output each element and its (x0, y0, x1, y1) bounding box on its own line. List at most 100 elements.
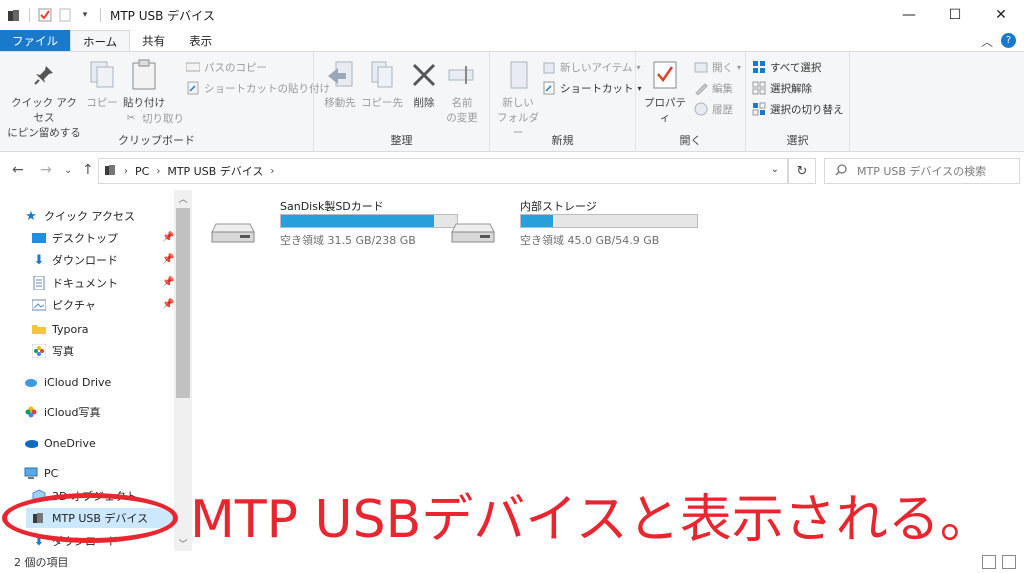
new-item-label: 新しいアイテム (560, 61, 633, 74)
drive-icon (451, 223, 495, 243)
chevron-down-icon: ▾ (737, 62, 742, 72)
tab-share[interactable]: 共有 (130, 30, 177, 52)
clipboard-icon (127, 58, 161, 92)
address-bar[interactable]: › PC › MTP USB デバイス › ⌄ (98, 158, 788, 184)
drive-free-space: 空き領域 31.5 GB/238 GB (280, 234, 416, 247)
history-button[interactable]: 履歴 (694, 100, 733, 118)
large-icons-view-icon[interactable] (1002, 555, 1016, 569)
delete-button[interactable]: 削除 (406, 58, 442, 111)
pin-icon: 📌 (162, 254, 175, 265)
drive-icon (211, 223, 255, 243)
search-input[interactable]: MTP USB デバイスの検索 (824, 158, 1020, 184)
nav-item-label: ダウンロード (52, 254, 118, 267)
new-shortcut-button[interactable]: ショートカット ▾ (542, 79, 642, 97)
cut-button[interactable]: ✂ 切り取り (124, 109, 184, 127)
nav-icloud-photos[interactable]: iCloud写真 (24, 402, 100, 422)
copy-button[interactable]: コピー (84, 58, 120, 111)
paste-button[interactable]: 貼り付け (122, 58, 166, 111)
copy-path-button[interactable]: パスのコピー (186, 58, 267, 76)
tab-view[interactable]: 表示 (177, 30, 224, 52)
nav-item-desktop[interactable]: デスクトップ (32, 228, 118, 248)
breadcrumb-separator[interactable]: › (156, 166, 160, 177)
back-button[interactable]: ← (12, 162, 24, 178)
path-icon (186, 60, 200, 74)
properties-icon[interactable] (37, 7, 53, 23)
properties-icon (648, 58, 682, 92)
nav-item-photos[interactable]: 写真 (32, 341, 74, 361)
new-folder-icon[interactable] (57, 7, 73, 23)
photos-icon (24, 405, 38, 419)
drive-free-space: 空き領域 45.0 GB/54.9 GB (520, 234, 660, 247)
help-icon[interactable]: ? (1001, 33, 1016, 48)
paste-shortcut-label: ショートカットの貼り付け (204, 82, 330, 95)
divider (29, 8, 30, 22)
open-icon (694, 60, 708, 74)
edit-button[interactable]: 編集 (694, 79, 733, 97)
select-none-button[interactable]: 選択解除 (752, 79, 812, 97)
new-item-button[interactable]: 新しいアイテム ▾ (542, 58, 640, 76)
nav-item-typora[interactable]: Typora (32, 319, 89, 339)
breadcrumb-separator[interactable]: › (270, 166, 274, 177)
open-button[interactable]: 開く ▾ (694, 58, 741, 76)
window-controls: — ☐ ✕ (886, 0, 1024, 30)
breadcrumb-pc[interactable]: PC (135, 165, 149, 178)
group-label-open: 開く (679, 134, 702, 147)
delete-label: 削除 (413, 97, 435, 109)
rename-button[interactable]: 名前 の変更 (442, 58, 482, 126)
nav-item-documents[interactable]: ドキュメント (32, 273, 118, 293)
star-icon: ★ (25, 208, 37, 224)
copy-label: コピー (86, 97, 118, 109)
drive-usage-fill (521, 215, 553, 227)
tab-file[interactable]: ファイル (0, 30, 70, 52)
select-none-label: 選択解除 (770, 82, 812, 95)
history-icon (694, 102, 708, 116)
nav-item-pictures[interactable]: ピクチャ (32, 295, 96, 315)
recent-locations-button[interactable]: ⌄ (64, 165, 72, 176)
customize-qat-icon[interactable]: ▾ (77, 7, 93, 23)
breadcrumb-separator[interactable]: › (124, 166, 128, 177)
pin-quick-access-button[interactable]: クイック アクセス にピン留めする (6, 58, 82, 141)
nav-item-label: Typora (52, 322, 89, 336)
address-dropdown-icon[interactable]: ⌄ (771, 164, 779, 175)
details-view-icon[interactable] (982, 555, 996, 569)
up-button[interactable]: ↑ (82, 162, 94, 178)
download-icon: ⬇ (33, 252, 45, 268)
edit-icon (694, 81, 708, 95)
nav-pc[interactable]: PC (24, 463, 58, 483)
select-all-button[interactable]: すべて選択 (752, 58, 821, 76)
group-label-new: 新規 (551, 134, 574, 147)
drive-usage-bar (520, 214, 698, 228)
refresh-button[interactable]: ↻ (788, 158, 816, 184)
scroll-thumb[interactable] (176, 208, 190, 398)
invert-selection-icon (752, 102, 766, 116)
paste-shortcut-button[interactable]: ショートカットの貼り付け (186, 79, 330, 97)
properties-button[interactable]: プロパティ (640, 58, 690, 126)
delete-icon (407, 58, 441, 92)
open-label: 開く (712, 61, 733, 74)
item-count: 2 個の項目 (14, 556, 69, 569)
nav-icloud-drive[interactable]: iCloud Drive (24, 372, 111, 392)
copy-icon (85, 58, 119, 92)
nav-icloud-drive-label: iCloud Drive (44, 375, 112, 389)
group-clipboard: クイック アクセス にピン留めする コピー 貼り付け パスのコピー ショートカッ… (0, 52, 330, 152)
move-to-button[interactable]: 移動先 (318, 58, 362, 111)
group-select: すべて選択 選択解除 選択の切り替え 選択 (746, 52, 850, 152)
new-folder-button[interactable]: 新しい フォルダー (494, 58, 542, 141)
drive-internal-storage[interactable]: 内部ストレージ 空き領域 45.0 GB/54.9 GB (450, 198, 698, 248)
tab-home[interactable]: ホーム (70, 30, 131, 52)
breadcrumb-mtp[interactable]: MTP USB デバイス (167, 163, 263, 179)
minimize-button[interactable]: — (886, 0, 932, 30)
copy-to-button[interactable]: コピー先 (360, 58, 404, 111)
nav-item-downloads[interactable]: ⬇ ダウンロード (32, 250, 118, 270)
nav-quick-access[interactable]: ★ クイック アクセス (24, 206, 135, 226)
maximize-button[interactable]: ☐ (932, 0, 978, 30)
folder-icon (6, 7, 22, 23)
move-to-label: 移動先 (324, 97, 356, 109)
close-button[interactable]: ✕ (978, 0, 1024, 30)
drive-sdcard[interactable]: SanDisk製SDカード 空き領域 31.5 GB/238 GB (210, 198, 458, 248)
collapse-ribbon-icon[interactable]: ︿ (981, 33, 993, 50)
invert-selection-button[interactable]: 選択の切り替え (752, 100, 844, 118)
nav-onedrive[interactable]: OneDrive (24, 433, 96, 453)
forward-button[interactable]: → (40, 162, 52, 178)
scroll-up-icon[interactable]: ︿ (174, 190, 192, 206)
